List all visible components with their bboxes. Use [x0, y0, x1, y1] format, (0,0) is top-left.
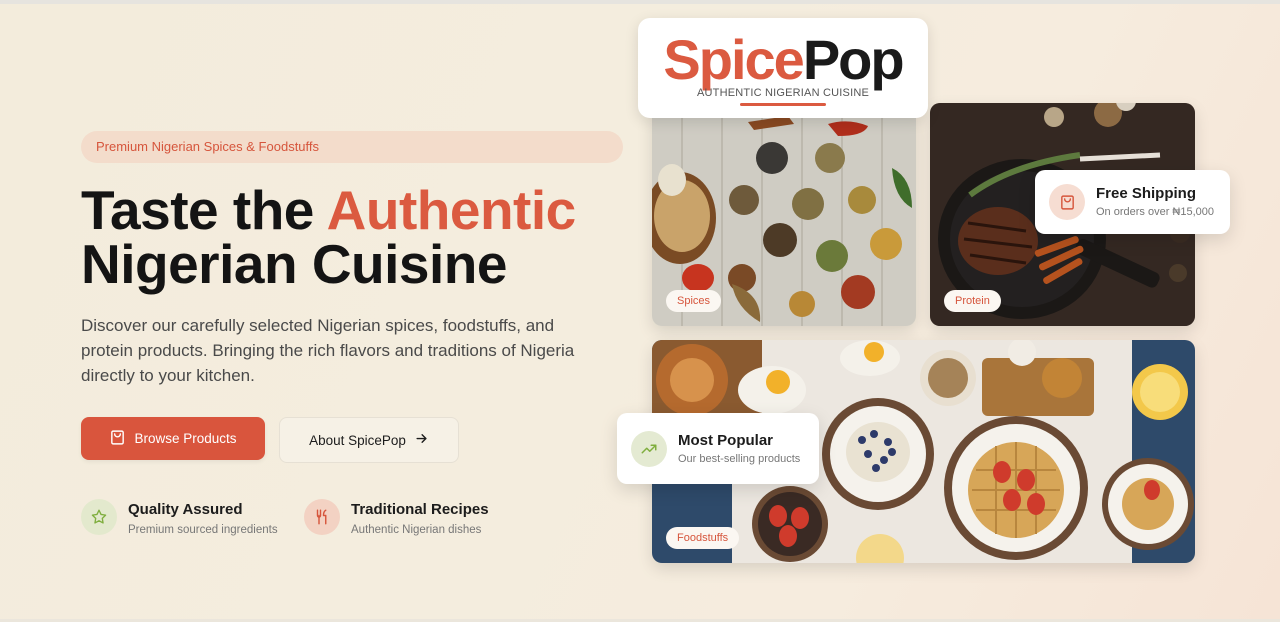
feature-recipes: Traditional Recipes Authentic Nigerian d…: [304, 499, 489, 538]
utensils-icon: [304, 499, 340, 535]
foodstuffs-tag: Foodstuffs: [666, 527, 740, 549]
spices-tag: Spices: [666, 290, 722, 312]
about-spicepop-label: About SpicePop: [309, 432, 406, 448]
hero-title: Taste the Authentic Nigerian Cuisine: [81, 183, 621, 292]
arrow-right-icon: [414, 431, 429, 449]
feature-quality: Quality Assured Premium sourced ingredie…: [81, 499, 278, 538]
logo-word-pop: Pop: [802, 28, 905, 91]
logo-word-spice: Spice: [663, 28, 804, 91]
most-popular-card: Most Popular Our best-selling products: [617, 413, 819, 484]
browse-products-label: Browse Products: [134, 431, 237, 446]
hero-title-part1: Taste the: [81, 179, 327, 241]
feature-recipes-subtitle: Authentic Nigerian dishes: [351, 524, 482, 536]
browse-products-button[interactable]: Browse Products: [81, 417, 265, 460]
shopping-bag-icon: [1049, 184, 1085, 220]
most-popular-subtitle: Our best-selling products: [678, 452, 801, 465]
protein-tag: Protein: [944, 290, 1001, 312]
feature-recipes-title: Traditional Recipes: [351, 501, 489, 518]
hero-title-part2: Nigerian Cuisine: [81, 233, 507, 295]
free-shipping-card: Free Shipping On orders over ₦15,000: [1035, 170, 1230, 234]
hero-description: Discover our carefully selected Nigerian…: [81, 316, 575, 385]
free-shipping-title: Free Shipping: [1096, 185, 1197, 202]
logo-tagline: AUTHENTIC NIGERIAN CUISINE: [696, 87, 870, 99]
free-shipping-subtitle: On orders over ₦15,000: [1096, 206, 1215, 218]
about-spicepop-button[interactable]: About SpicePop: [279, 417, 459, 463]
spicepop-logo: SpicePop: [638, 30, 928, 90]
trending-up-icon: [631, 430, 667, 467]
top-border: [0, 0, 1280, 4]
spicepop-logo-card: SpicePop AUTHENTIC NIGERIAN CUISINE: [638, 18, 928, 118]
star-icon: [81, 499, 117, 535]
feature-quality-subtitle: Premium sourced ingredients: [128, 524, 278, 536]
spices-image: Spices: [652, 108, 916, 326]
logo-underline: [740, 103, 826, 106]
most-popular-title: Most Popular: [678, 431, 774, 449]
shopping-bag-icon: [109, 429, 126, 449]
hero-badge: Premium Nigerian Spices & Foodstuffs: [81, 131, 623, 163]
hero-title-accent: Authentic: [326, 179, 577, 241]
feature-quality-title: Quality Assured: [128, 501, 243, 518]
